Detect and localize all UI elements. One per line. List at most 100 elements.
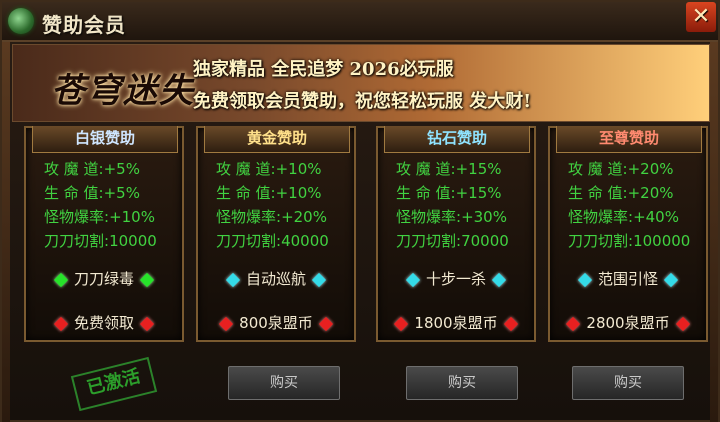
red-gem-icon [53, 316, 69, 331]
stat-value: +40% [633, 208, 679, 226]
tier-title: 钻石赞助 [384, 126, 530, 153]
stat-label: 怪物爆率: [396, 208, 462, 226]
stat-attack: 攻 魔 道:+10% [216, 158, 322, 179]
stat-label: 攻 魔 道: [216, 160, 276, 178]
buy-button-gold[interactable]: 购买 [228, 366, 340, 400]
red-gem-icon [675, 316, 690, 331]
red-gem-icon [566, 316, 581, 331]
stat-hp: 生 命 值:+20% [568, 182, 674, 203]
stat-label: 刀刀切割: [216, 232, 282, 250]
stat-label: 怪物爆率: [568, 208, 634, 226]
tier-title: 黄金赞助 [204, 126, 350, 153]
stat-label: 刀刀切割: [568, 232, 634, 250]
tier-feature: 自动巡航 [198, 268, 354, 289]
window-title: 赞助会员 [42, 13, 126, 37]
stat-value: +20% [627, 184, 674, 202]
feature-label: 十步一杀 [425, 270, 486, 288]
stat-value: +15% [455, 184, 502, 202]
stat-value: 70000 [461, 232, 509, 250]
stat-cut: 刀刀切割:10000 [44, 230, 157, 251]
stat-label: 攻 魔 道: [44, 160, 104, 178]
stat-value: +20% [627, 160, 674, 178]
red-gem-icon [503, 316, 518, 331]
feature-label: 范围引怪 [597, 270, 658, 288]
cyan-gem-icon [311, 272, 327, 287]
tier-card-silver: 白银赞助 攻 魔 道:+5% 生 命 值:+5% 怪物爆率:+10% 刀刀切割:… [24, 126, 184, 342]
tier-price: 2800泉盟币 [550, 312, 706, 333]
stat-value: 100000 [633, 232, 691, 250]
close-button[interactable]: ✕ [686, 2, 716, 32]
cyan-gem-icon [663, 272, 679, 287]
stat-value: +5% [103, 160, 140, 178]
stat-value: +5% [103, 184, 140, 202]
cyan-gem-icon [491, 272, 507, 287]
cyan-gem-icon [225, 272, 241, 287]
tier-price: 800泉盟币 [198, 312, 354, 333]
buy-button-diamond[interactable]: 购买 [406, 366, 518, 400]
tier-feature: 刀刀绿毒 [26, 268, 182, 289]
stat-drop-rate: 怪物爆率:+30% [396, 206, 507, 227]
tier-card-supreme: 至尊赞助 攻 魔 道:+20% 生 命 值:+20% 怪物爆率:+40% 刀刀切… [548, 126, 708, 342]
red-gem-icon [219, 316, 234, 331]
stat-label: 生 命 值: [216, 184, 276, 202]
stat-value: +15% [455, 160, 502, 178]
stat-value: +20% [281, 208, 327, 226]
tier-feature: 十步一杀 [378, 268, 534, 289]
feature-label: 刀刀绿毒 [73, 270, 134, 288]
stat-drop-rate: 怪物爆率:+40% [568, 206, 679, 227]
tier-title: 至尊赞助 [556, 126, 702, 153]
price-label: 免费领取 [73, 314, 134, 332]
price-label: 2800泉盟币 [586, 314, 670, 332]
title-bar: 赞助会员 ✕ [2, 2, 718, 42]
promo-banner: 苍穹迷失 独家精品 全民追梦 2026必玩服 免费领取会员赞助，祝您轻松玩服 发… [12, 44, 710, 122]
red-gem-icon [139, 316, 155, 331]
window-left-border [2, 42, 10, 422]
stat-cut: 刀刀切割:40000 [216, 230, 329, 251]
tier-price: 免费领取 [26, 312, 182, 333]
stat-hp: 生 命 值:+5% [44, 182, 140, 203]
stat-attack: 攻 魔 道:+15% [396, 158, 502, 179]
stat-value: +30% [461, 208, 507, 226]
tier-title: 白银赞助 [32, 126, 178, 153]
activated-stamp: 已激活 [70, 356, 158, 412]
tier-card-diamond: 钻石赞助 攻 魔 道:+15% 生 命 值:+15% 怪物爆率:+30% 刀刀切… [376, 126, 536, 342]
banner-slogan-2: 免费领取会员赞助，祝您轻松玩服 发大财! [193, 91, 532, 112]
stat-attack: 攻 魔 道:+20% [568, 158, 674, 179]
dragon-emblem-icon [8, 8, 34, 34]
stat-hp: 生 命 值:+15% [396, 182, 502, 203]
stat-value: +10% [275, 184, 322, 202]
banner-slogan-1: 独家精品 全民追梦 2026必玩服 [193, 59, 454, 80]
game-logo: 苍穹迷失 [51, 71, 195, 111]
stat-cut: 刀刀切割:70000 [396, 230, 509, 251]
stat-label: 怪物爆率: [216, 208, 282, 226]
buy-button-supreme[interactable]: 购买 [572, 366, 684, 400]
price-label: 800泉盟币 [239, 314, 313, 332]
price-label: 1800泉盟币 [414, 314, 498, 332]
cyan-gem-icon [405, 272, 421, 287]
stat-drop-rate: 怪物爆率:+10% [44, 206, 155, 227]
stat-cut: 刀刀切割:100000 [568, 230, 690, 251]
stat-label: 攻 魔 道: [396, 160, 456, 178]
stat-label: 生 命 值: [44, 184, 104, 202]
feature-label: 自动巡航 [245, 270, 306, 288]
tier-feature: 范围引怪 [550, 268, 706, 289]
stat-label: 刀刀切割: [44, 232, 110, 250]
stat-value: 10000 [109, 232, 157, 250]
green-gem-icon [139, 272, 155, 287]
green-gem-icon [53, 272, 69, 287]
stat-label: 刀刀切割: [396, 232, 462, 250]
stat-label: 生 命 值: [568, 184, 628, 202]
tier-price: 1800泉盟币 [378, 312, 534, 333]
cyan-gem-icon [577, 272, 593, 287]
tier-card-gold: 黄金赞助 攻 魔 道:+10% 生 命 值:+10% 怪物爆率:+20% 刀刀切… [196, 126, 356, 342]
red-gem-icon [318, 316, 333, 331]
stat-label: 生 命 值: [396, 184, 456, 202]
stat-value: +10% [109, 208, 155, 226]
stat-value: +10% [275, 160, 322, 178]
stat-label: 怪物爆率: [44, 208, 110, 226]
red-gem-icon [394, 316, 409, 331]
stat-drop-rate: 怪物爆率:+20% [216, 206, 327, 227]
stat-value: 40000 [281, 232, 329, 250]
stat-attack: 攻 魔 道:+5% [44, 158, 140, 179]
action-footer: 已激活 购买 购买 购买 [12, 356, 712, 422]
